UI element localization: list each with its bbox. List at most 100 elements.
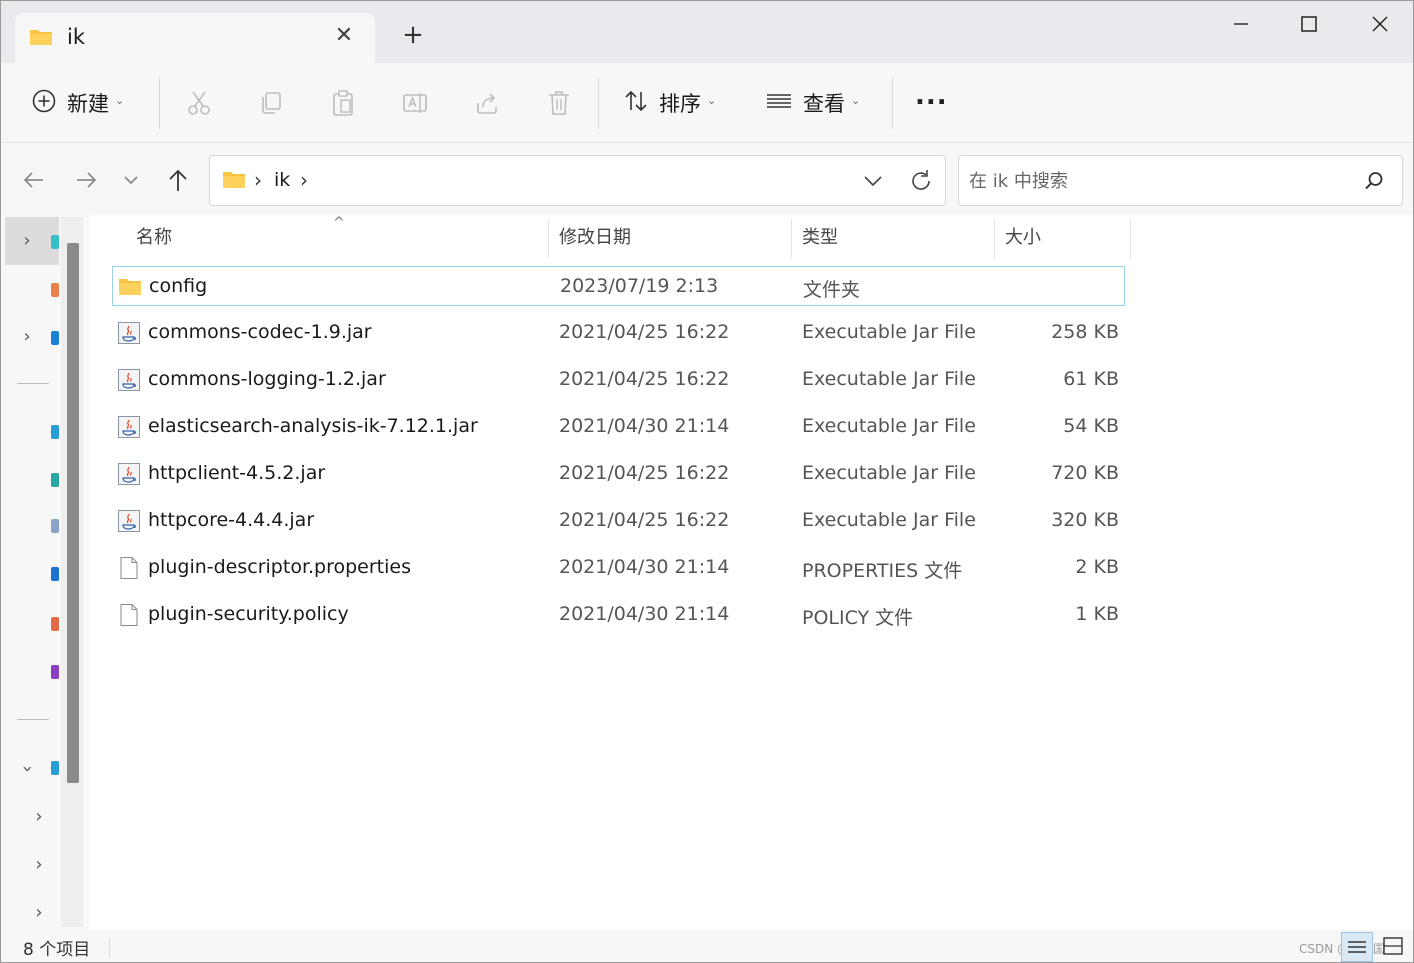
recent-locations-chevron-icon[interactable] (116, 165, 146, 195)
copy-icon[interactable] (258, 89, 284, 117)
breadcrumb-chevron-icon[interactable]: › (300, 168, 308, 192)
share-icon[interactable] (474, 89, 500, 117)
column-header-date[interactable]: 修改日期 (549, 215, 792, 263)
gallery-icon[interactable] (51, 283, 59, 297)
view-button[interactable]: 查看 ⌄ (765, 63, 860, 143)
close-tab-icon[interactable]: ✕ (331, 23, 357, 49)
paste-icon[interactable] (330, 89, 356, 117)
file-size: 1 KB (1075, 603, 1119, 625)
forward-arrow-icon[interactable] (71, 165, 101, 195)
close-window-button[interactable] (1357, 7, 1403, 41)
rename-icon[interactable] (402, 89, 428, 117)
chevron-right-icon[interactable]: › (29, 903, 49, 923)
address-bar[interactable]: › ik › (209, 155, 946, 206)
chevron-right-icon[interactable]: › (29, 855, 49, 875)
file-size: 2 KB (1075, 556, 1119, 578)
file-name: commons-codec-1.9.jar (148, 321, 372, 343)
pictures-icon[interactable] (51, 567, 59, 581)
refresh-icon[interactable] (906, 166, 936, 196)
plus-circle-icon (31, 88, 57, 118)
tiles-view-icon[interactable] (1379, 932, 1407, 962)
chevron-down-icon: ⌄ (115, 93, 125, 107)
chevron-right-icon[interactable]: › (29, 807, 49, 827)
details-view-icon[interactable] (1341, 932, 1373, 962)
chevron-right-icon[interactable]: › (17, 231, 37, 251)
chevron-down-icon[interactable]: › (17, 759, 38, 779)
onedrive-icon[interactable] (51, 331, 59, 345)
file-size: 320 KB (1051, 509, 1119, 531)
up-arrow-icon[interactable] (163, 165, 193, 195)
documents-icon[interactable] (51, 519, 59, 533)
music-icon[interactable] (51, 617, 59, 631)
address-row: › ik › (1, 143, 1413, 215)
file-name: elasticsearch-analysis-ik-7.12.1.jar (148, 415, 478, 437)
videos-icon[interactable] (51, 665, 59, 679)
navigation-pane: › › › › › › (1, 215, 89, 930)
toolbar-divider (892, 77, 893, 129)
file-row[interactable]: httpclient-4.5.2.jar 2021/04/25 16:22 Exec… (112, 454, 1125, 494)
file-row[interactable]: plugin-security.policy 2021/04/30 21:14 PO… (112, 595, 1125, 635)
column-header-name[interactable]: 名称 (109, 215, 549, 263)
folder-icon (222, 170, 246, 194)
sort-button-label: 排序 (659, 92, 701, 116)
file-name: commons-logging-1.2.jar (148, 368, 386, 390)
tab-title: ik (67, 25, 85, 49)
new-button-label: 新建 (67, 92, 109, 116)
search-icon[interactable] (1363, 170, 1385, 192)
file-size: 54 KB (1063, 415, 1119, 437)
file-date: 2021/04/25 16:22 (559, 509, 730, 531)
file-date: 2021/04/30 21:14 (559, 556, 730, 578)
address-history-chevron-icon[interactable] (858, 166, 888, 196)
back-arrow-icon[interactable] (19, 165, 49, 195)
file-row[interactable]: plugin-descriptor.properties 2021/04/30 2… (112, 548, 1125, 588)
desktop-icon[interactable] (51, 425, 59, 439)
folder-icon (29, 27, 53, 51)
document-file-icon (117, 603, 141, 627)
sort-arrows-icon (623, 88, 649, 118)
breadcrumb-ik[interactable]: ik (274, 169, 290, 191)
home-icon[interactable] (51, 235, 59, 249)
jar-file-icon (117, 321, 141, 345)
chevron-right-icon[interactable]: › (17, 327, 37, 347)
file-row[interactable]: config 2023/07/19 2:13 文件夹 (112, 266, 1125, 306)
new-tab-button[interactable]: + (399, 21, 427, 49)
file-type: POLICY 文件 (802, 607, 914, 629)
downloads-icon[interactable] (51, 473, 59, 487)
folder-icon (118, 275, 142, 299)
cut-icon[interactable] (186, 89, 212, 117)
new-button[interactable]: 新建 ⌄ (31, 63, 124, 143)
search-input[interactable] (969, 166, 1349, 196)
file-name: config (149, 275, 208, 297)
column-divider[interactable] (1130, 219, 1131, 259)
file-date: 2021/04/30 21:14 (559, 603, 730, 625)
status-divider (109, 938, 110, 958)
sort-button[interactable]: 排序 ⌄ (623, 63, 716, 143)
maximize-button[interactable] (1286, 7, 1332, 41)
title-bar: ik ✕ + (1, 1, 1413, 63)
file-type: Executable Jar File (802, 509, 976, 531)
nav-scrollbar-thumb[interactable] (67, 243, 79, 783)
column-header-type[interactable]: 类型 (792, 215, 995, 263)
this-pc-icon[interactable] (51, 761, 59, 775)
file-date: 2021/04/25 16:22 (559, 368, 730, 390)
toolbar-divider (598, 77, 599, 129)
file-type: Executable Jar File (802, 462, 976, 484)
breadcrumb-chevron-icon[interactable]: › (254, 168, 262, 192)
column-header-name-label: 名称 (136, 227, 172, 248)
more-options-button[interactable]: ... (915, 63, 948, 143)
column-header-type-label: 类型 (802, 227, 838, 248)
search-box[interactable] (958, 155, 1403, 206)
file-date: 2021/04/25 16:22 (559, 462, 730, 484)
file-row[interactable]: commons-logging-1.2.jar 2021/04/25 16:22 E… (112, 360, 1125, 400)
minimize-button[interactable] (1217, 7, 1263, 41)
file-type: PROPERTIES 文件 (802, 560, 963, 582)
file-type: Executable Jar File (802, 368, 976, 390)
file-row[interactable]: commons-codec-1.9.jar 2021/04/25 16:22 Exe… (112, 313, 1125, 353)
column-header-size[interactable]: 大小 (995, 215, 1131, 263)
tab-ik[interactable]: ik ✕ (15, 13, 375, 63)
file-row[interactable]: httpcore-4.4.4.jar 2021/04/25 16:22 Execut… (112, 501, 1125, 541)
toolbar-divider (159, 77, 160, 129)
file-row[interactable]: elasticsearch-analysis-ik-7.12.1.jar 2021… (112, 407, 1125, 447)
delete-icon[interactable] (546, 89, 572, 117)
file-explorer-window: ik ✕ + 新建 ⌄ 排序 ⌄ 查看 ⌄ ... › ik › 在 ik 中搜… (0, 0, 1414, 963)
